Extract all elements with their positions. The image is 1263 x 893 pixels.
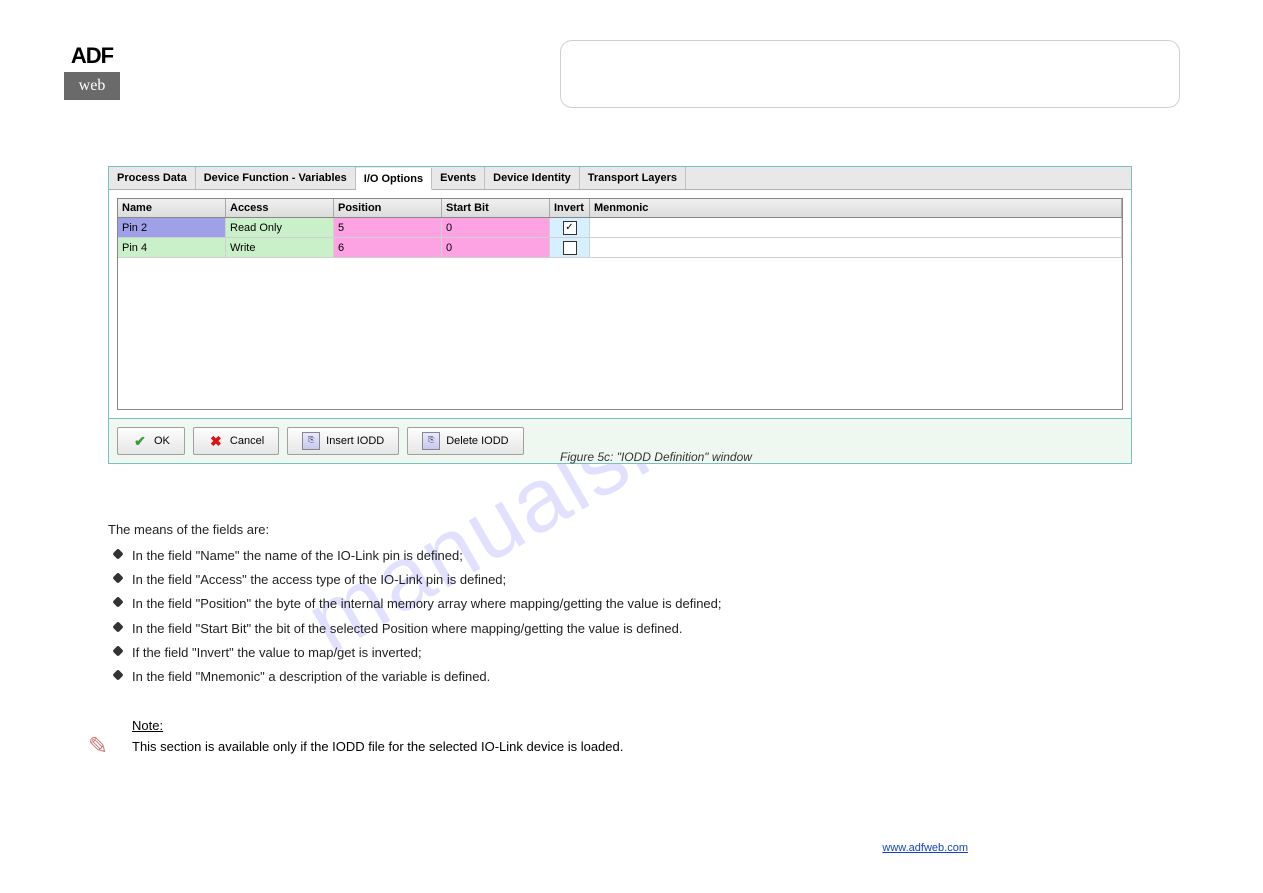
intro-text: The means of the fields are: xyxy=(108,520,1132,540)
list-item: In the field "Access" the access type of… xyxy=(132,570,1132,590)
cell-invert[interactable]: ✓ xyxy=(550,218,590,237)
tab-events[interactable]: Events xyxy=(432,167,485,189)
cell-position[interactable]: 5 xyxy=(334,218,442,237)
col-name: Name xyxy=(118,199,226,217)
iodd-icon: ⎘ xyxy=(302,432,320,450)
field-list: In the field "Name" the name of the IO-L… xyxy=(108,546,1132,687)
col-position: Position xyxy=(334,199,442,217)
table-row[interactable]: Pin 4 Write 6 0 xyxy=(118,238,1122,258)
col-invert: Invert xyxy=(550,199,590,217)
col-start-bit: Start Bit xyxy=(442,199,550,217)
cancel-button[interactable]: ✖ Cancel xyxy=(193,427,279,455)
tab-device-identity[interactable]: Device Identity xyxy=(485,167,580,189)
col-access: Access xyxy=(226,199,334,217)
cell-start-bit[interactable]: 0 xyxy=(442,218,550,237)
cell-invert[interactable] xyxy=(550,238,590,257)
cell-mnemonic[interactable] xyxy=(590,238,1122,257)
table-row[interactable]: Pin 2 Read Only 5 0 ✓ xyxy=(118,218,1122,238)
ok-label: OK xyxy=(154,435,170,447)
cell-access[interactable]: Write xyxy=(226,238,334,257)
note-label: Note: xyxy=(132,718,1128,733)
col-mnemonic: Menmonic xyxy=(590,199,1122,217)
header-box xyxy=(560,40,1180,108)
insert-label: Insert IODD xyxy=(326,435,384,447)
body-text: The means of the fields are: In the fiel… xyxy=(108,520,1132,691)
delete-label: Delete IODD xyxy=(446,435,508,447)
note-text: This section is available only if the IO… xyxy=(132,737,1128,757)
logo: ADF web xyxy=(64,40,120,100)
logo-top: ADF xyxy=(64,40,120,72)
checkbox-icon[interactable]: ✓ xyxy=(563,221,577,235)
check-icon: ✔ xyxy=(132,433,148,449)
insert-iodd-button[interactable]: ⎘ Insert IODD xyxy=(287,427,399,455)
figure-caption: Figure 5c: "IODD Definition" window xyxy=(560,450,752,464)
tab-device-function[interactable]: Device Function - Variables xyxy=(196,167,356,189)
checkbox-icon[interactable] xyxy=(563,241,577,255)
list-item: In the field "Mnemonic" a description of… xyxy=(132,667,1132,687)
iodd-icon: ⎘ xyxy=(422,432,440,450)
tab-process-data[interactable]: Process Data xyxy=(109,167,196,189)
list-item: In the field "Name" the name of the IO-L… xyxy=(132,546,1132,566)
list-item: In the field "Position" the byte of the … xyxy=(132,594,1132,614)
cancel-label: Cancel xyxy=(230,435,264,447)
website-link[interactable]: www.adfweb.com xyxy=(882,842,968,854)
tabstrip: Process Data Device Function - Variables… xyxy=(109,167,1131,190)
cell-position[interactable]: 6 xyxy=(334,238,442,257)
note-block: ✎ Note: This section is available only i… xyxy=(88,718,1128,757)
list-item: If the field "Invert" the value to map/g… xyxy=(132,643,1132,663)
delete-iodd-button[interactable]: ⎘ Delete IODD xyxy=(407,427,523,455)
io-options-grid: Name Access Position Start Bit Invert Me… xyxy=(117,198,1123,410)
tab-io-options[interactable]: I/O Options xyxy=(356,168,432,190)
pencil-icon: ✎ xyxy=(88,732,118,762)
panel: Name Access Position Start Bit Invert Me… xyxy=(109,190,1131,418)
cell-start-bit[interactable]: 0 xyxy=(442,238,550,257)
tab-transport-layers[interactable]: Transport Layers xyxy=(580,167,686,189)
ok-button[interactable]: ✔ OK xyxy=(117,427,185,455)
cell-name[interactable]: Pin 4 xyxy=(118,238,226,257)
iodd-window: Process Data Device Function - Variables… xyxy=(108,166,1132,464)
logo-bottom: web xyxy=(64,72,120,100)
x-icon: ✖ xyxy=(208,433,224,449)
grid-header: Name Access Position Start Bit Invert Me… xyxy=(118,199,1122,218)
cell-name[interactable]: Pin 2 xyxy=(118,218,226,237)
list-item: In the field "Start Bit" the bit of the … xyxy=(132,619,1132,639)
cell-mnemonic[interactable] xyxy=(590,218,1122,237)
cell-access[interactable]: Read Only xyxy=(226,218,334,237)
